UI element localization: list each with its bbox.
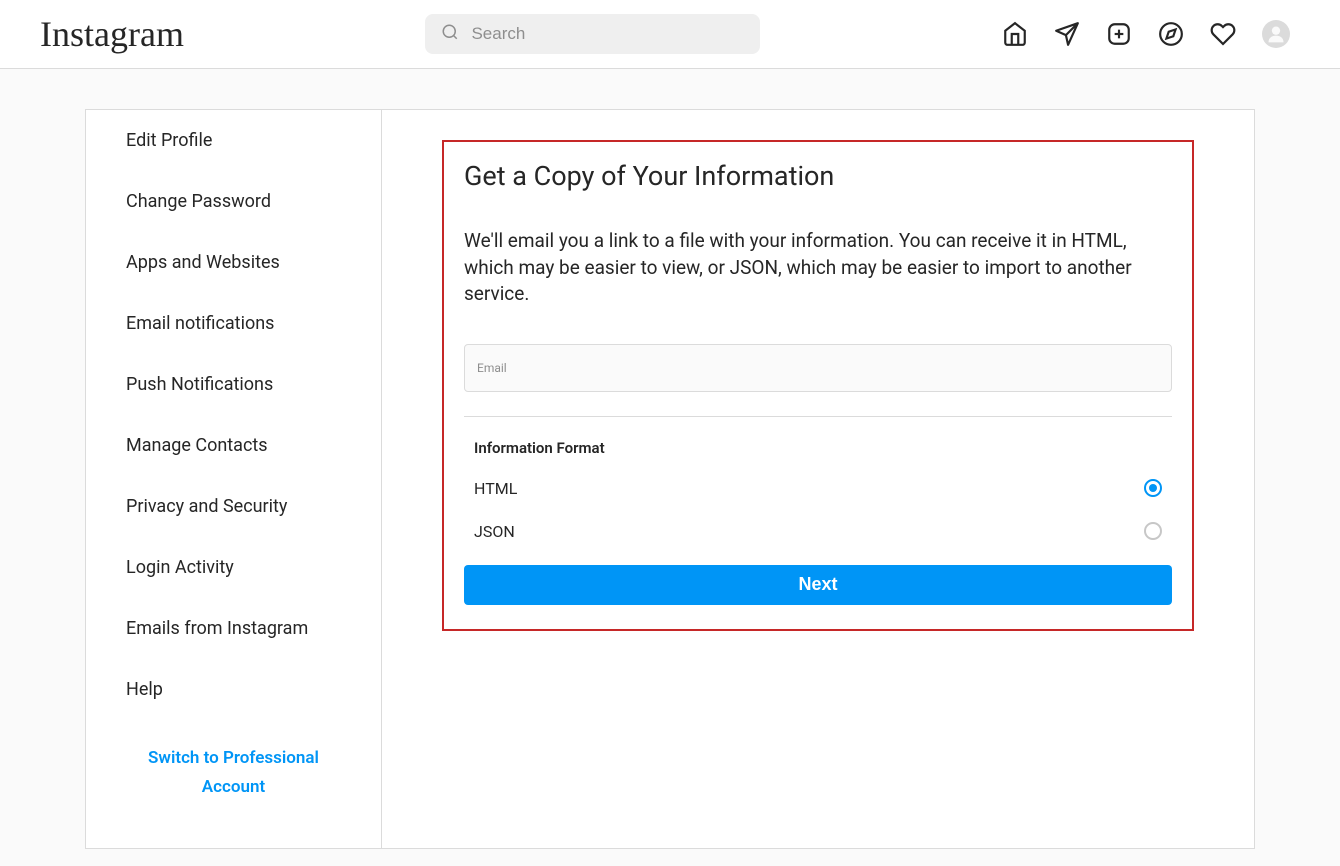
format-json-label: JSON bbox=[474, 522, 515, 541]
search-icon bbox=[441, 23, 459, 45]
content-panel: Get a Copy of Your Information We'll ema… bbox=[382, 109, 1255, 849]
switch-professional-link[interactable]: Switch to Professional Account bbox=[86, 720, 381, 826]
sidebar-item-help[interactable]: Help bbox=[86, 659, 381, 720]
activity-icon[interactable] bbox=[1210, 21, 1236, 47]
sidebar-item-push-notifications[interactable]: Push Notifications bbox=[86, 354, 381, 415]
format-option-html[interactable]: HTML bbox=[464, 479, 1172, 498]
sidebar-item-edit-profile[interactable]: Edit Profile bbox=[86, 110, 381, 171]
email-field[interactable]: Email bbox=[464, 344, 1172, 392]
top-nav-inner: Instagram bbox=[40, 13, 1300, 55]
radio-json[interactable] bbox=[1144, 522, 1162, 540]
sidebar-item-apps-websites[interactable]: Apps and Websites bbox=[86, 232, 381, 293]
divider bbox=[464, 416, 1172, 417]
search-wrap bbox=[425, 14, 760, 54]
home-icon[interactable] bbox=[1002, 21, 1028, 47]
new-post-icon[interactable] bbox=[1106, 21, 1132, 47]
next-button[interactable]: Next bbox=[464, 565, 1172, 605]
email-label: Email bbox=[477, 361, 1159, 375]
sidebar-item-change-password[interactable]: Change Password bbox=[86, 171, 381, 232]
avatar[interactable] bbox=[1262, 20, 1290, 48]
settings-sidebar: Edit Profile Change Password Apps and We… bbox=[85, 109, 382, 849]
sidebar-item-emails-instagram[interactable]: Emails from Instagram bbox=[86, 598, 381, 659]
search-box[interactable] bbox=[425, 14, 760, 54]
format-html-label: HTML bbox=[474, 479, 517, 498]
page: Edit Profile Change Password Apps and We… bbox=[85, 69, 1255, 849]
explore-icon[interactable] bbox=[1158, 21, 1184, 47]
sidebar-item-manage-contacts[interactable]: Manage Contacts bbox=[86, 415, 381, 476]
highlight-box: Get a Copy of Your Information We'll ema… bbox=[442, 140, 1194, 631]
format-title: Information Format bbox=[474, 439, 1172, 457]
format-option-json[interactable]: JSON bbox=[464, 522, 1172, 541]
messenger-icon[interactable] bbox=[1054, 21, 1080, 47]
search-input[interactable] bbox=[471, 24, 744, 44]
top-nav: Instagram bbox=[0, 0, 1340, 69]
logo[interactable]: Instagram bbox=[40, 13, 184, 55]
radio-html[interactable] bbox=[1144, 479, 1162, 497]
sidebar-item-privacy-security[interactable]: Privacy and Security bbox=[86, 476, 381, 537]
sidebar-item-email-notifications[interactable]: Email notifications bbox=[86, 293, 381, 354]
sidebar-item-login-activity[interactable]: Login Activity bbox=[86, 537, 381, 598]
page-title: Get a Copy of Your Information bbox=[464, 160, 1172, 192]
page-description: We'll email you a link to a file with yo… bbox=[464, 228, 1172, 308]
nav-icons bbox=[1002, 20, 1300, 48]
